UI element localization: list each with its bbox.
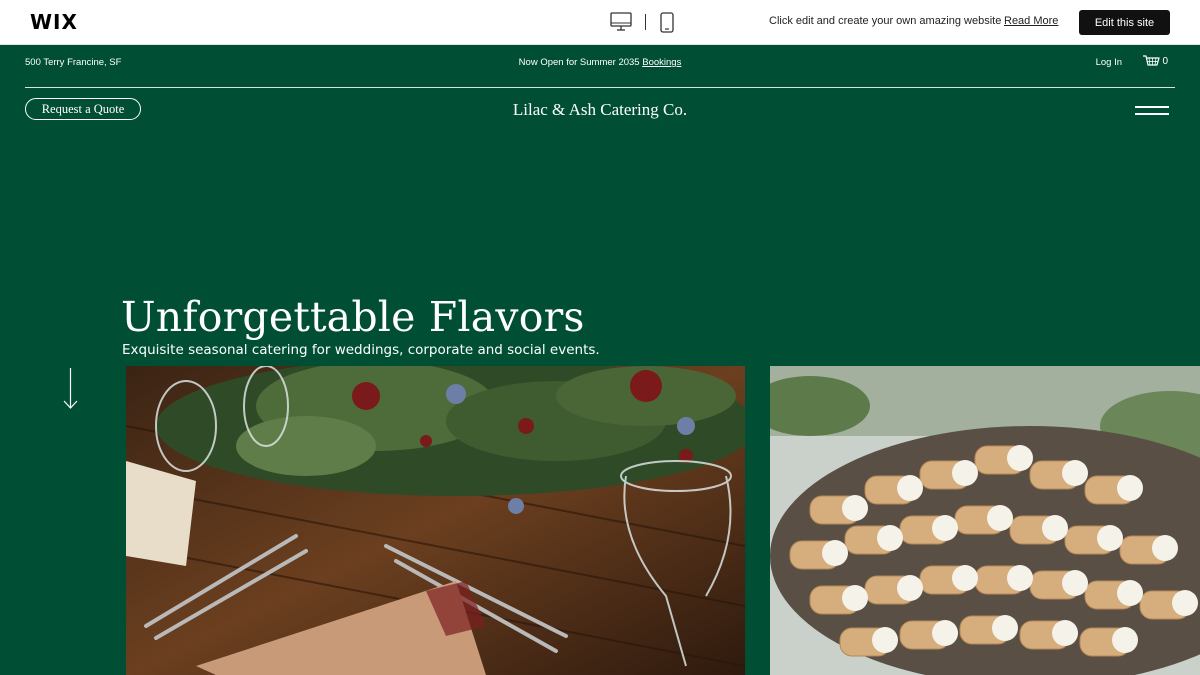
cart-button[interactable]: 0: [1142, 54, 1168, 69]
request-quote-button[interactable]: Request a Quote: [25, 98, 141, 120]
edit-site-button[interactable]: Edit this site: [1079, 10, 1170, 35]
header-divider: [25, 87, 1175, 88]
table-setting-photo: [126, 366, 745, 675]
read-more-link[interactable]: Read More: [1004, 15, 1058, 27]
announcement: Now Open for Summer 2035 Bookings: [25, 57, 1175, 68]
login-link[interactable]: Log In: [1096, 57, 1122, 68]
hero-title: Unforgettable Flavors: [121, 293, 585, 341]
desktop-icon[interactable]: [610, 12, 632, 32]
device-separator: [645, 14, 646, 30]
wix-promo-text: Click edit and create your own amazing w…: [769, 15, 1002, 27]
wix-logo[interactable]: WIX: [30, 10, 78, 34]
bookings-link[interactable]: Bookings: [642, 57, 681, 68]
arrow-down-icon[interactable]: [63, 368, 78, 410]
cart-count: 0: [1162, 56, 1168, 67]
site-topline: 500 Terry Francine, SF Now Open for Summ…: [25, 54, 1175, 71]
cart-icon: [1143, 55, 1161, 66]
hamburger-menu-icon[interactable]: [1133, 103, 1169, 117]
wix-top-bar: WIX Click edit and create your own amazi…: [0, 0, 1200, 45]
announcement-text: Now Open for Summer 2035: [518, 57, 643, 68]
mobile-icon[interactable]: [660, 12, 674, 33]
site-brand[interactable]: Lilac & Ash Catering Co.: [400, 100, 800, 120]
hero-subtitle: Exquisite seasonal catering for weddings…: [122, 342, 600, 358]
cannoli-dessert-photo: [770, 366, 1200, 675]
